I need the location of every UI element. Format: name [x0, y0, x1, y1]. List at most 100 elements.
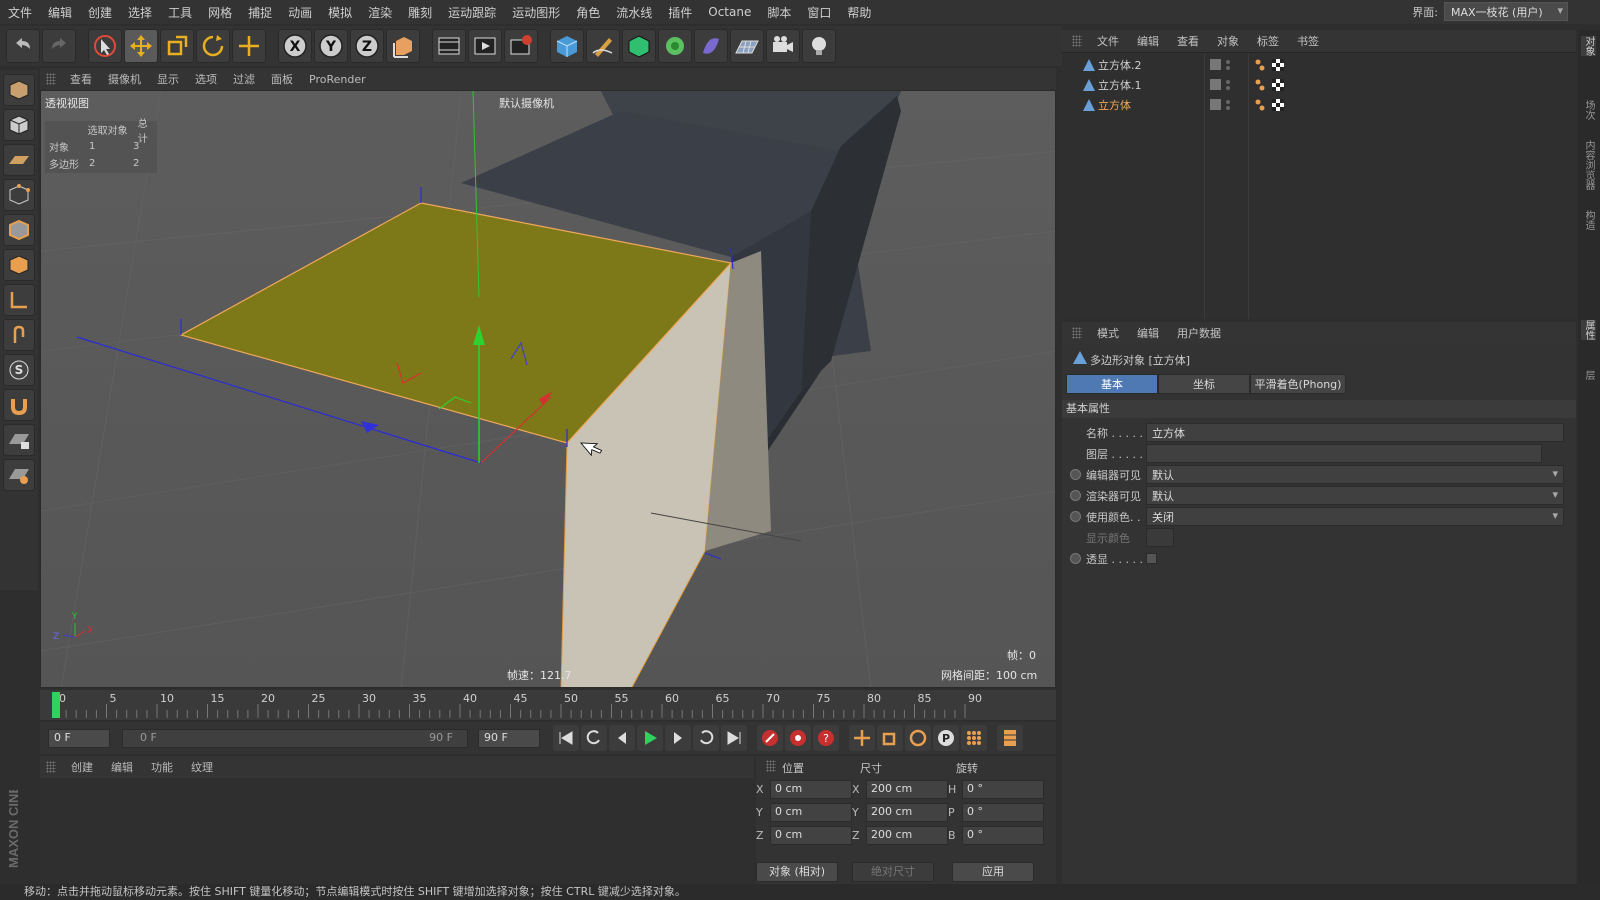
phong-tag-icon[interactable] — [1254, 78, 1294, 92]
frame-range-slider[interactable]: 0 F 90 F — [122, 728, 468, 748]
go-to-end-button[interactable] — [721, 725, 747, 751]
cloner-button[interactable] — [658, 29, 692, 63]
material-menu-item[interactable]: 功能 — [142, 759, 182, 775]
menu-item[interactable]: 文件 — [0, 4, 40, 21]
property-field[interactable] — [1146, 444, 1542, 463]
tweak-button[interactable] — [3, 319, 35, 351]
object-manager-menu-item[interactable]: 编辑 — [1128, 33, 1168, 49]
attributes-menu-item[interactable]: 模式 — [1088, 325, 1128, 341]
timeline-window-button[interactable] — [997, 725, 1023, 751]
cube-button[interactable] — [550, 29, 584, 63]
menu-item[interactable]: 创建 — [80, 4, 120, 21]
object-row[interactable]: 立方体.2 — [1062, 55, 1576, 75]
property-dropdown[interactable]: 默认 — [1146, 465, 1564, 484]
animate-radio[interactable] — [1070, 553, 1081, 564]
end-frame-field[interactable]: 90 F — [478, 728, 540, 748]
light-button[interactable] — [802, 29, 836, 63]
animate-radio[interactable] — [1070, 490, 1081, 501]
material-menu-item[interactable]: 创建 — [62, 759, 102, 775]
material-manager[interactable] — [40, 778, 754, 884]
animate-radio[interactable] — [1070, 469, 1081, 480]
coord-pos-field[interactable]: 0 cm — [770, 803, 852, 822]
attributes-menu-item[interactable]: 编辑 — [1128, 325, 1168, 341]
apply-button[interactable]: 应用 — [952, 862, 1034, 882]
viewport-menu-item[interactable]: ProRender — [301, 73, 374, 86]
property-dropdown[interactable]: 关闭 — [1146, 507, 1564, 526]
coord-rot-field[interactable]: 0 ° — [962, 780, 1044, 799]
side-tab[interactable]: 构造 — [1581, 210, 1596, 230]
side-tab[interactable]: 属性 — [1581, 320, 1596, 340]
attributes-tab[interactable]: 坐标 — [1158, 374, 1250, 394]
timeline-ruler[interactable]: 0 5 10 15 20 25 30 35 40 45 50 55 60 65 70 75 80 85 90 0 F — [40, 690, 1056, 748]
camera-button[interactable] — [766, 29, 800, 63]
menu-item[interactable]: 动画 — [280, 4, 320, 21]
render-view-button[interactable] — [432, 29, 466, 63]
object-manager-menu-item[interactable]: 书签 — [1288, 33, 1328, 49]
object-manager[interactable]: 立方体.2 立方体.1 立方体 — [1062, 52, 1576, 319]
size-mode-dropdown[interactable]: 绝对尺寸 — [852, 862, 934, 882]
record-keys-button[interactable] — [757, 725, 783, 751]
playhead[interactable] — [52, 692, 60, 718]
snap-button[interactable]: S — [3, 354, 35, 386]
coord-rot-field[interactable]: 0 ° — [962, 803, 1044, 822]
render-settings-button[interactable] — [504, 29, 538, 63]
menu-item[interactable]: 流水线 — [608, 4, 660, 21]
perspective-viewport[interactable]: Y X Z 透视视图 默认摄像机 选取对象 总计 对象 1 3 多边形 2 2 帧速：12… — [40, 90, 1056, 688]
property-dropdown[interactable]: 默认 — [1146, 486, 1564, 505]
pos-track-button[interactable] — [849, 725, 875, 751]
transform-button[interactable] — [232, 29, 266, 63]
object-row[interactable]: 立方体.1 — [1062, 75, 1576, 95]
z-axis-button[interactable]: Z — [350, 29, 384, 63]
magnet-button[interactable] — [3, 389, 35, 421]
attributes-tab[interactable]: 平滑着色(Phong) — [1250, 374, 1346, 394]
object-row[interactable]: 立方体 — [1062, 95, 1576, 115]
phong-tag-icon[interactable] — [1254, 58, 1294, 72]
viewport-menu-item[interactable]: 摄像机 — [100, 71, 149, 87]
animate-radio[interactable] — [1070, 511, 1081, 522]
play-button[interactable] — [637, 725, 663, 751]
visibility-dots[interactable] — [1210, 58, 1250, 72]
y-axis-button[interactable]: Y — [314, 29, 348, 63]
menu-item[interactable]: 运动图形 — [504, 4, 568, 21]
layout-dropdown[interactable]: MAX一枝花 (用户) — [1444, 2, 1568, 21]
menu-item[interactable]: 运动跟踪 — [440, 4, 504, 21]
rotate-button[interactable] — [196, 29, 230, 63]
undo-button[interactable] — [6, 29, 40, 63]
viewport-menu-item[interactable]: 显示 — [149, 71, 187, 87]
scale-button[interactable] — [160, 29, 194, 63]
coord-size-field[interactable]: 200 cm — [866, 780, 948, 799]
select-live-button[interactable] — [88, 29, 122, 63]
side-tab[interactable]: 场次 — [1581, 100, 1596, 120]
side-tab[interactable]: 内容浏览器 — [1581, 140, 1596, 190]
grid-lock-button[interactable] — [3, 424, 35, 456]
viewport-menu-item[interactable]: 过滤 — [225, 71, 263, 87]
coord-mode-dropdown[interactable]: 对象 (相对) — [756, 862, 838, 882]
object-manager-menu-item[interactable]: 标签 — [1248, 33, 1288, 49]
object-manager-menu-item[interactable]: 对象 — [1208, 33, 1248, 49]
menu-item[interactable]: 编辑 — [40, 4, 80, 21]
menu-item[interactable]: Octane — [700, 5, 759, 19]
move-button[interactable] — [124, 29, 158, 63]
points-mode-button[interactable] — [3, 179, 35, 211]
rot-track-button[interactable] — [905, 725, 931, 751]
subdivision-button[interactable] — [622, 29, 656, 63]
grid-snap-button[interactable] — [3, 459, 35, 491]
x-axis-button[interactable]: X — [278, 29, 312, 63]
attributes-menu-item[interactable]: 用户数据 — [1168, 325, 1230, 341]
render-to-picture-viewer-button[interactable] — [468, 29, 502, 63]
side-tab[interactable]: 层 — [1581, 370, 1596, 380]
menu-item[interactable]: 网格 — [200, 4, 240, 21]
step-forward-button[interactable] — [665, 725, 691, 751]
property-checkbox[interactable] — [1146, 553, 1157, 564]
keyframe-selection-button[interactable]: ? — [813, 725, 839, 751]
redo-button[interactable] — [42, 29, 76, 63]
menu-item[interactable]: 窗口 — [799, 4, 839, 21]
attributes-tab[interactable]: 基本 — [1066, 374, 1158, 394]
deformer-button[interactable] — [694, 29, 728, 63]
visibility-dots[interactable] — [1210, 78, 1250, 92]
start-frame-field[interactable]: 0 F — [48, 728, 110, 748]
side-tab[interactable]: 对象 — [1581, 36, 1596, 56]
viewport-menu-item[interactable]: 查看 — [62, 71, 100, 87]
coord-system-button[interactable] — [386, 29, 420, 63]
autokey-button[interactable] — [785, 725, 811, 751]
